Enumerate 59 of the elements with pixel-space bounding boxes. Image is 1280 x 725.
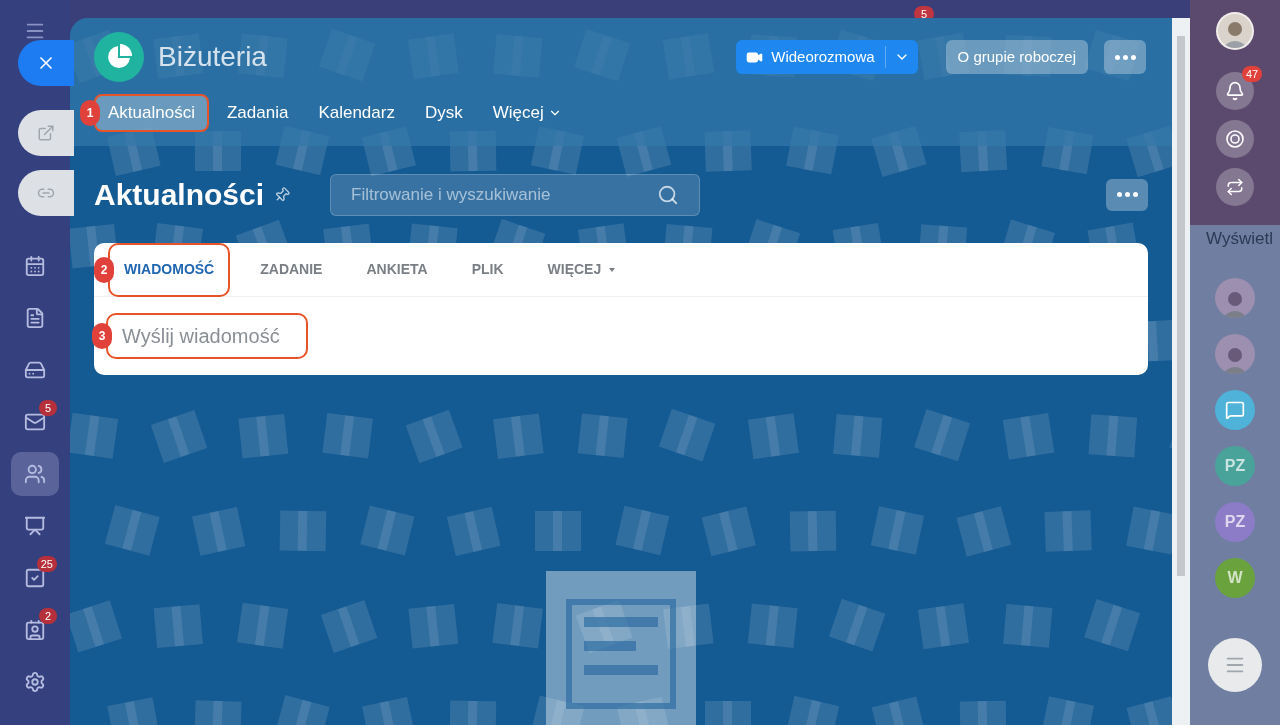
swap-icon xyxy=(1226,178,1244,196)
nav-tab[interactable]: Dysk xyxy=(412,94,475,132)
nav-tab[interactable]: Więcej xyxy=(480,94,574,132)
calendar-icon xyxy=(24,255,46,277)
people-icon xyxy=(24,463,46,485)
more-icon xyxy=(1115,192,1139,197)
open-in-new-button[interactable] xyxy=(18,110,74,156)
sidebar-item[interactable]: 5 xyxy=(11,400,59,444)
composer-tab[interactable]: ANKIETA xyxy=(352,242,442,297)
message-field[interactable]: Wyślij wiadomość xyxy=(106,313,308,359)
exchange-button[interactable] xyxy=(1216,168,1254,206)
nav-tab[interactable]: Zadania xyxy=(214,94,301,132)
workgroup-title: Biżuteria xyxy=(158,40,267,74)
contact-card-icon xyxy=(24,619,46,641)
external-link-icon xyxy=(37,124,55,142)
count-badge: 47 xyxy=(1242,66,1262,82)
page-title: Aktualności xyxy=(94,177,265,213)
pie-chart-icon xyxy=(105,43,133,71)
mail-icon xyxy=(24,411,46,433)
chat-avatar[interactable] xyxy=(1215,389,1255,430)
search-input[interactable]: Filtrowanie i wyszukiwanie xyxy=(351,181,658,208)
composer-tab[interactable]: PLIK xyxy=(457,242,518,297)
bell-icon xyxy=(1225,81,1245,101)
document-icon xyxy=(24,307,46,329)
message-input[interactable]: Wyślij wiadomość xyxy=(122,321,292,351)
sidebar-item[interactable] xyxy=(11,452,59,496)
scrollbar[interactable] xyxy=(1177,36,1185,576)
more-icon xyxy=(1113,54,1137,60)
composer-tab[interactable]: WIADOMOŚĆ xyxy=(108,242,231,297)
search-icon[interactable] xyxy=(657,183,680,206)
drive-icon xyxy=(24,359,46,381)
nav-tab[interactable]: Kalendarz xyxy=(306,94,407,132)
composer-tab[interactable]: WIĘCEJ xyxy=(533,242,630,297)
target-icon xyxy=(1225,129,1245,149)
partial-label: Wyświetl xyxy=(1206,228,1273,250)
copy-link-button[interactable] xyxy=(18,170,74,216)
count-badge: 2 xyxy=(39,608,57,624)
chat-icon xyxy=(1225,399,1245,420)
sidebar-item[interactable]: 2 xyxy=(11,608,59,652)
close-button[interactable] xyxy=(18,40,74,86)
composer-tab[interactable]: ZADANIE xyxy=(246,242,337,297)
empty-feed-icon xyxy=(546,571,696,725)
count-badge: 5 xyxy=(39,400,57,416)
gear-icon xyxy=(24,671,46,693)
chat-avatar[interactable]: PZ xyxy=(1215,501,1255,542)
checkbox-icon xyxy=(24,567,46,589)
more-button[interactable] xyxy=(1104,40,1146,74)
activity-button[interactable] xyxy=(1216,120,1254,158)
step-marker: 2 xyxy=(94,256,114,283)
step-marker: 3 xyxy=(92,323,112,349)
sidebar-item[interactable]: 25 xyxy=(11,556,59,600)
chat-avatar[interactable]: PZ xyxy=(1215,445,1255,486)
step-marker: 1 xyxy=(80,100,100,126)
count-badge: 25 xyxy=(36,556,57,572)
more-button[interactable] xyxy=(1106,178,1148,211)
chat-avatar[interactable]: W xyxy=(1215,557,1255,598)
video-call-button[interactable]: Wideorozmowa xyxy=(736,40,918,74)
presentation-icon xyxy=(24,515,46,537)
menu-button[interactable] xyxy=(1208,637,1262,692)
